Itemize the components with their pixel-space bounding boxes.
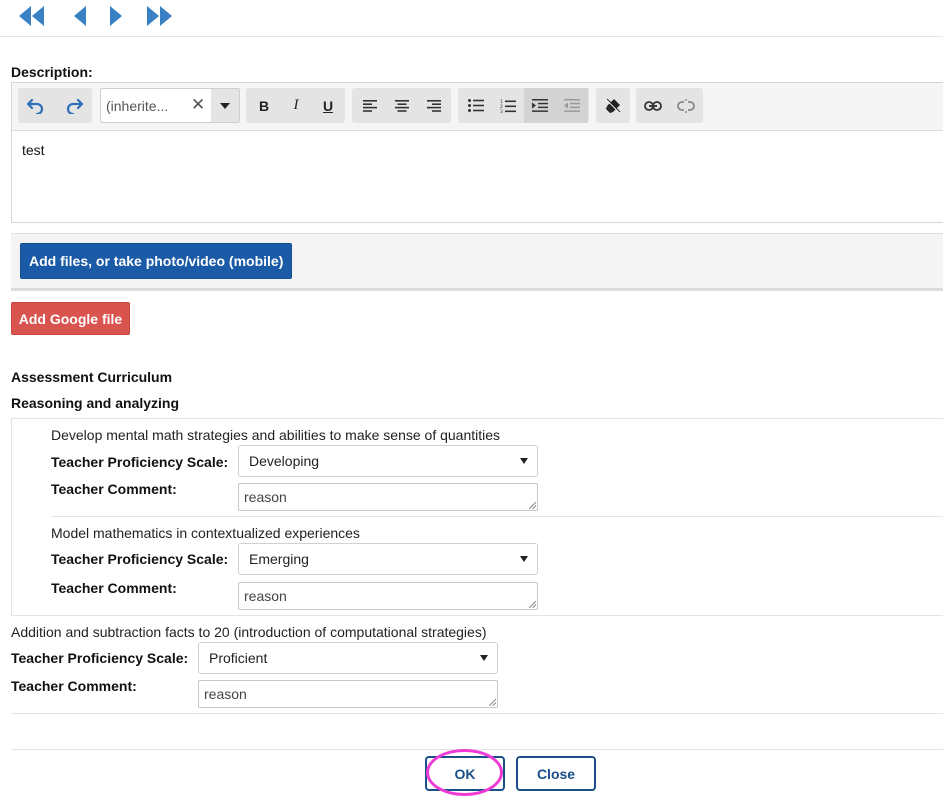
proficiency-scale-value: Emerging (249, 551, 309, 567)
proficiency-scale-select[interactable]: Developing (238, 445, 538, 477)
resize-grip-icon[interactable] (529, 502, 536, 509)
group-bottom-divider (11, 615, 943, 616)
numbered-list-icon: 123 (500, 99, 516, 113)
outcome-name: Addition and subtraction facts to 20 (in… (11, 624, 487, 640)
section-divider (11, 713, 943, 714)
first-record-button[interactable] (18, 4, 46, 28)
upload-area: Add files, or take photo/video (mobile) (11, 233, 943, 291)
description-label: Description: (11, 64, 93, 80)
text-style-group: B I U (246, 88, 345, 123)
proficiency-scale-value: Developing (249, 453, 320, 469)
curriculum-group-title: Reasoning and analyzing (11, 395, 180, 411)
add-files-button[interactable]: Add files, or take photo/video (mobile) (20, 243, 293, 279)
redo-button[interactable] (58, 88, 90, 123)
list-group: 123 (458, 88, 589, 123)
clear-format-group (596, 88, 630, 123)
outdent-icon (564, 99, 580, 112)
bold-button[interactable]: B (248, 88, 280, 123)
outcome-name: Model mathematics in contextualized expe… (51, 525, 360, 541)
group-divider (11, 418, 943, 419)
resize-grip-icon[interactable] (489, 699, 496, 706)
undo-icon (27, 98, 45, 114)
numbered-list-button[interactable]: 123 (492, 88, 524, 123)
editor-content[interactable]: test (12, 132, 943, 222)
editor-toolbar: (inherite... ✕ B I U 1 2 3 (12, 83, 943, 131)
proficiency-scale-value: Proficient (209, 650, 268, 666)
underline-button[interactable]: U (312, 88, 344, 123)
link-group (636, 88, 703, 123)
outcome-name: Develop mental math strategies and abili… (51, 427, 501, 443)
undo-button[interactable] (20, 88, 52, 123)
double-chevron-left-icon (18, 4, 46, 28)
group-border (11, 418, 12, 616)
eraser-icon (605, 97, 621, 114)
teacher-comment-value: reason (204, 686, 247, 702)
teacher-comment-value: reason (244, 588, 287, 604)
format-select[interactable]: (inherite... ✕ (100, 88, 240, 123)
align-left-icon (363, 99, 377, 112)
clear-format-button[interactable] (597, 88, 629, 123)
caret-down-icon (480, 655, 488, 661)
indent-button[interactable] (524, 88, 556, 123)
teacher-comment-value: reason (244, 489, 287, 505)
item-divider (51, 516, 943, 517)
caret-down-icon (520, 556, 528, 562)
outdent-button[interactable] (556, 88, 588, 123)
unlink-button[interactable] (670, 88, 702, 123)
footer-divider (11, 749, 943, 750)
bullet-list-button[interactable] (460, 88, 492, 123)
caret-down-icon[interactable] (211, 89, 239, 122)
teacher-comment-label: Teacher Comment: (51, 580, 177, 596)
link-icon (644, 100, 662, 111)
insert-link-button[interactable] (637, 88, 669, 123)
align-right-icon (427, 99, 441, 112)
format-select-value: (inherite... (106, 98, 169, 114)
caret-down-icon (520, 458, 528, 464)
bullet-list-icon (468, 99, 484, 112)
align-left-button[interactable] (354, 88, 386, 123)
last-record-button[interactable] (145, 4, 173, 28)
history-group (18, 88, 92, 123)
next-record-button[interactable] (108, 4, 124, 28)
resize-grip-icon[interactable] (529, 601, 536, 608)
double-chevron-right-icon (145, 4, 173, 28)
unlink-icon (677, 98, 695, 113)
indent-icon (532, 99, 548, 112)
assessment-curriculum-title: Assessment Curriculum (11, 369, 173, 385)
ok-button[interactable]: OK (425, 756, 505, 791)
proficiency-scale-select[interactable]: Proficient (198, 642, 498, 674)
triangle-left-icon (72, 4, 88, 28)
proficiency-scale-label: Teacher Proficiency Scale: (11, 650, 189, 666)
close-icon[interactable]: ✕ (191, 96, 205, 114)
add-google-file-button[interactable]: Add Google file (11, 302, 130, 335)
align-center-icon (395, 99, 409, 112)
description-editor[interactable]: (inherite... ✕ B I U 1 2 3 test (11, 82, 943, 223)
proficiency-scale-label: Teacher Proficiency Scale: (51, 551, 229, 567)
top-divider (0, 36, 943, 37)
teacher-comment-label: Teacher Comment: (51, 481, 177, 497)
redo-icon (65, 98, 83, 114)
alignment-group (352, 88, 451, 123)
teacher-comment-field[interactable]: reason (238, 483, 538, 511)
italic-button[interactable]: I (280, 88, 312, 123)
align-center-button[interactable] (386, 88, 418, 123)
previous-record-button[interactable] (72, 4, 88, 28)
teacher-comment-field[interactable]: reason (198, 680, 498, 708)
proficiency-scale-select[interactable]: Emerging (238, 543, 538, 575)
teacher-comment-label: Teacher Comment: (11, 678, 137, 694)
proficiency-scale-label: Teacher Proficiency Scale: (51, 454, 229, 470)
svg-text:3: 3 (500, 109, 503, 113)
align-right-button[interactable] (418, 88, 450, 123)
teacher-comment-field[interactable]: reason (238, 582, 538, 610)
triangle-right-icon (108, 4, 124, 28)
close-button[interactable]: Close (516, 756, 596, 791)
